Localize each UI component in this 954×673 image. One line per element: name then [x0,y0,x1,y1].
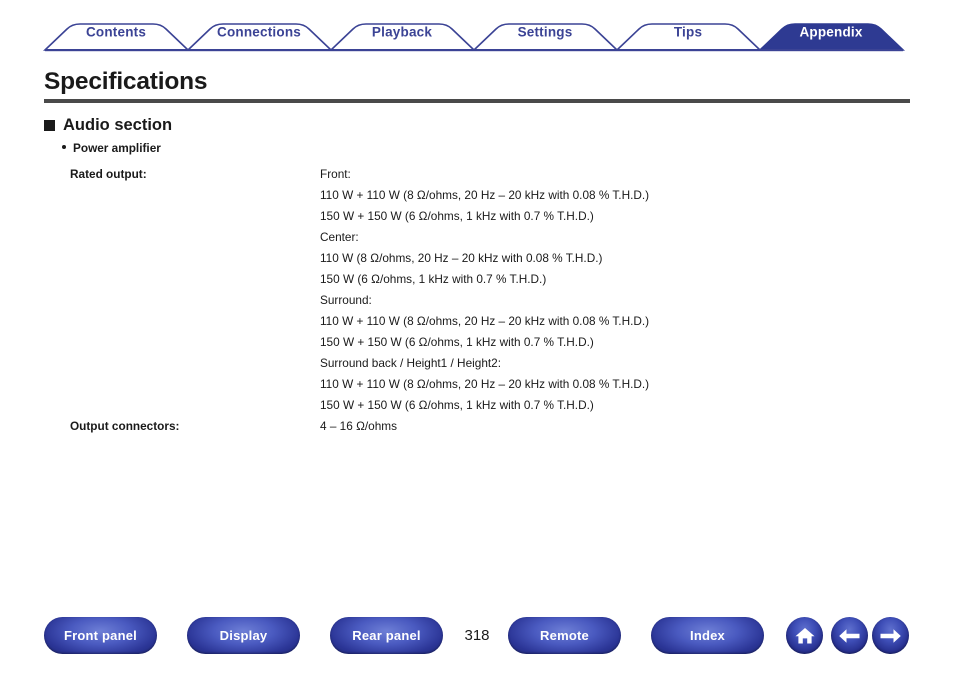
page-number: 318 [464,627,490,644]
arrow-left-icon[interactable] [831,617,868,654]
index-button[interactable]: Index [651,617,764,654]
tab-bar-baseline [45,49,903,52]
spec-line: 110 W + 110 W (8 Ω/ohms, 20 Hz – 20 kHz … [320,188,650,202]
section-subheading-label: Power amplifier [73,141,161,155]
table-row: Rated output: Front: 110 W + 110 W (8 Ω/… [70,164,910,416]
spec-line: Surround: [320,293,372,307]
square-bullet-icon [44,120,55,131]
spec-line: 150 W + 150 W (6 Ω/ohms, 1 kHz with 0.7 … [320,209,594,223]
rear-panel-button[interactable]: Rear panel [330,617,443,654]
arrow-right-glyph [880,628,901,643]
tab-appendix[interactable]: Appendix [799,25,862,40]
remote-button[interactable]: Remote [508,617,621,654]
spec-line: Front: [320,167,351,181]
section-heading: Audio section [44,116,172,135]
tab-tips[interactable]: Tips [674,25,702,40]
arrow-left-glyph [839,628,860,643]
front-panel-button-label: Front panel [64,628,137,643]
remote-button-label: Remote [540,628,589,643]
spec-label: Rated output: [70,167,147,181]
spec-line: Center: [320,230,359,244]
specifications-table: Rated output: Front: 110 W + 110 W (8 Ω/… [70,164,910,437]
home-glyph [795,627,814,643]
dot-bullet-icon [62,145,66,149]
spec-line: 110 W + 110 W (8 Ω/ohms, 20 Hz – 20 kHz … [320,314,650,328]
spec-values: Front: 110 W + 110 W (8 Ω/ohms, 20 Hz – … [320,164,910,416]
section-subheading: Power amplifier [62,141,161,155]
page-title: Specifications [44,68,208,95]
spec-line: 150 W + 150 W (6 Ω/ohms, 1 kHz with 0.7 … [320,335,594,349]
spec-label: Output connectors: [70,419,180,433]
index-button-label: Index [690,628,725,643]
spec-line: 110 W (8 Ω/ohms, 20 Hz – 20 kHz with 0.0… [320,251,603,265]
tab-contents[interactable]: Contents [86,25,146,40]
display-button-label: Display [219,628,268,643]
spec-line: Surround back / Height1 / Height2: [320,356,501,370]
arrow-right-icon[interactable] [872,617,909,654]
spec-line: 150 W + 150 W (6 Ω/ohms, 1 kHz with 0.7 … [320,398,594,412]
home-icon[interactable] [786,617,823,654]
tab-bar: Contents Connections Playback Settings T… [0,0,954,58]
display-button[interactable]: Display [187,617,300,654]
front-panel-button[interactable]: Front panel [44,617,157,654]
spec-line: 150 W (6 Ω/ohms, 1 kHz with 0.7 % T.H.D.… [320,272,547,286]
rear-panel-button-label: Rear panel [352,628,421,643]
spec-values: 4 – 16 Ω/ohms [320,416,910,437]
tab-playback[interactable]: Playback [372,25,432,40]
spec-line: 4 – 16 Ω/ohms [320,419,398,433]
tab-settings[interactable]: Settings [518,25,573,40]
footer-nav: Front panel Display Rear panel 318 Remot… [0,617,954,657]
title-divider [44,99,910,103]
tab-connections[interactable]: Connections [217,25,301,40]
table-row: Output connectors: 4 – 16 Ω/ohms [70,416,910,437]
section-heading-label: Audio section [63,116,173,134]
spec-line: 110 W + 110 W (8 Ω/ohms, 20 Hz – 20 kHz … [320,377,650,391]
